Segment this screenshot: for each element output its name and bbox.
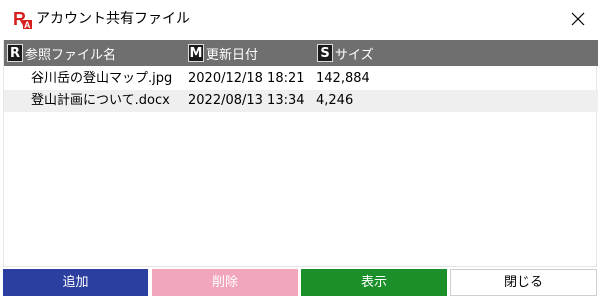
sort-key-badge: M <box>188 44 204 62</box>
size-cell: 4,246 <box>316 93 354 108</box>
file-name-cell: 谷川岳の登山マップ.jpg <box>31 71 173 86</box>
column-header-filename[interactable]: R 参照ファイル名 <box>7 40 116 66</box>
window-title: アカウント共有ファイル <box>36 11 190 27</box>
size-cell: 142,884 <box>316 71 370 86</box>
close-icon <box>571 12 585 26</box>
table-row[interactable]: 登山計画について.docx 2022/08/13 13:34 4,246 <box>4 90 598 112</box>
table-row[interactable]: 谷川岳の登山マップ.jpg 2020/12/18 18:21 142,884 <box>4 68 598 90</box>
add-button[interactable]: 追加 <box>3 269 148 296</box>
sort-key-badge: S <box>317 44 333 62</box>
date-cell: 2020/12/18 18:21 <box>188 71 305 86</box>
file-list: R 参照ファイル名 M 更新日付 S サイズ 谷川岳の登山マップ.jpg 202… <box>3 40 598 267</box>
close-window-button[interactable] <box>560 4 596 34</box>
close-button[interactable]: 閉じる <box>450 269 597 296</box>
sort-key-badge: R <box>7 44 23 62</box>
title-bar: R A アカウント共有ファイル <box>0 0 600 38</box>
dialog-window: R A アカウント共有ファイル R 参照ファイル名 M 更新日付 S サイズ 谷… <box>0 0 600 297</box>
column-label: 参照ファイル名 <box>25 47 117 63</box>
delete-button[interactable]: 削除 <box>152 269 298 296</box>
svg-text:A: A <box>24 20 31 30</box>
column-label: 更新日付 <box>206 47 259 63</box>
show-button[interactable]: 表示 <box>301 269 447 296</box>
list-header: R 参照ファイル名 M 更新日付 S サイズ <box>4 40 598 66</box>
column-header-date[interactable]: M 更新日付 <box>188 40 258 66</box>
app-logo-icon: R A <box>12 8 34 30</box>
column-label: サイズ <box>335 47 374 63</box>
column-header-size[interactable]: S サイズ <box>317 40 374 66</box>
date-cell: 2022/08/13 13:34 <box>188 93 305 108</box>
file-name-cell: 登山計画について.docx <box>31 93 170 108</box>
